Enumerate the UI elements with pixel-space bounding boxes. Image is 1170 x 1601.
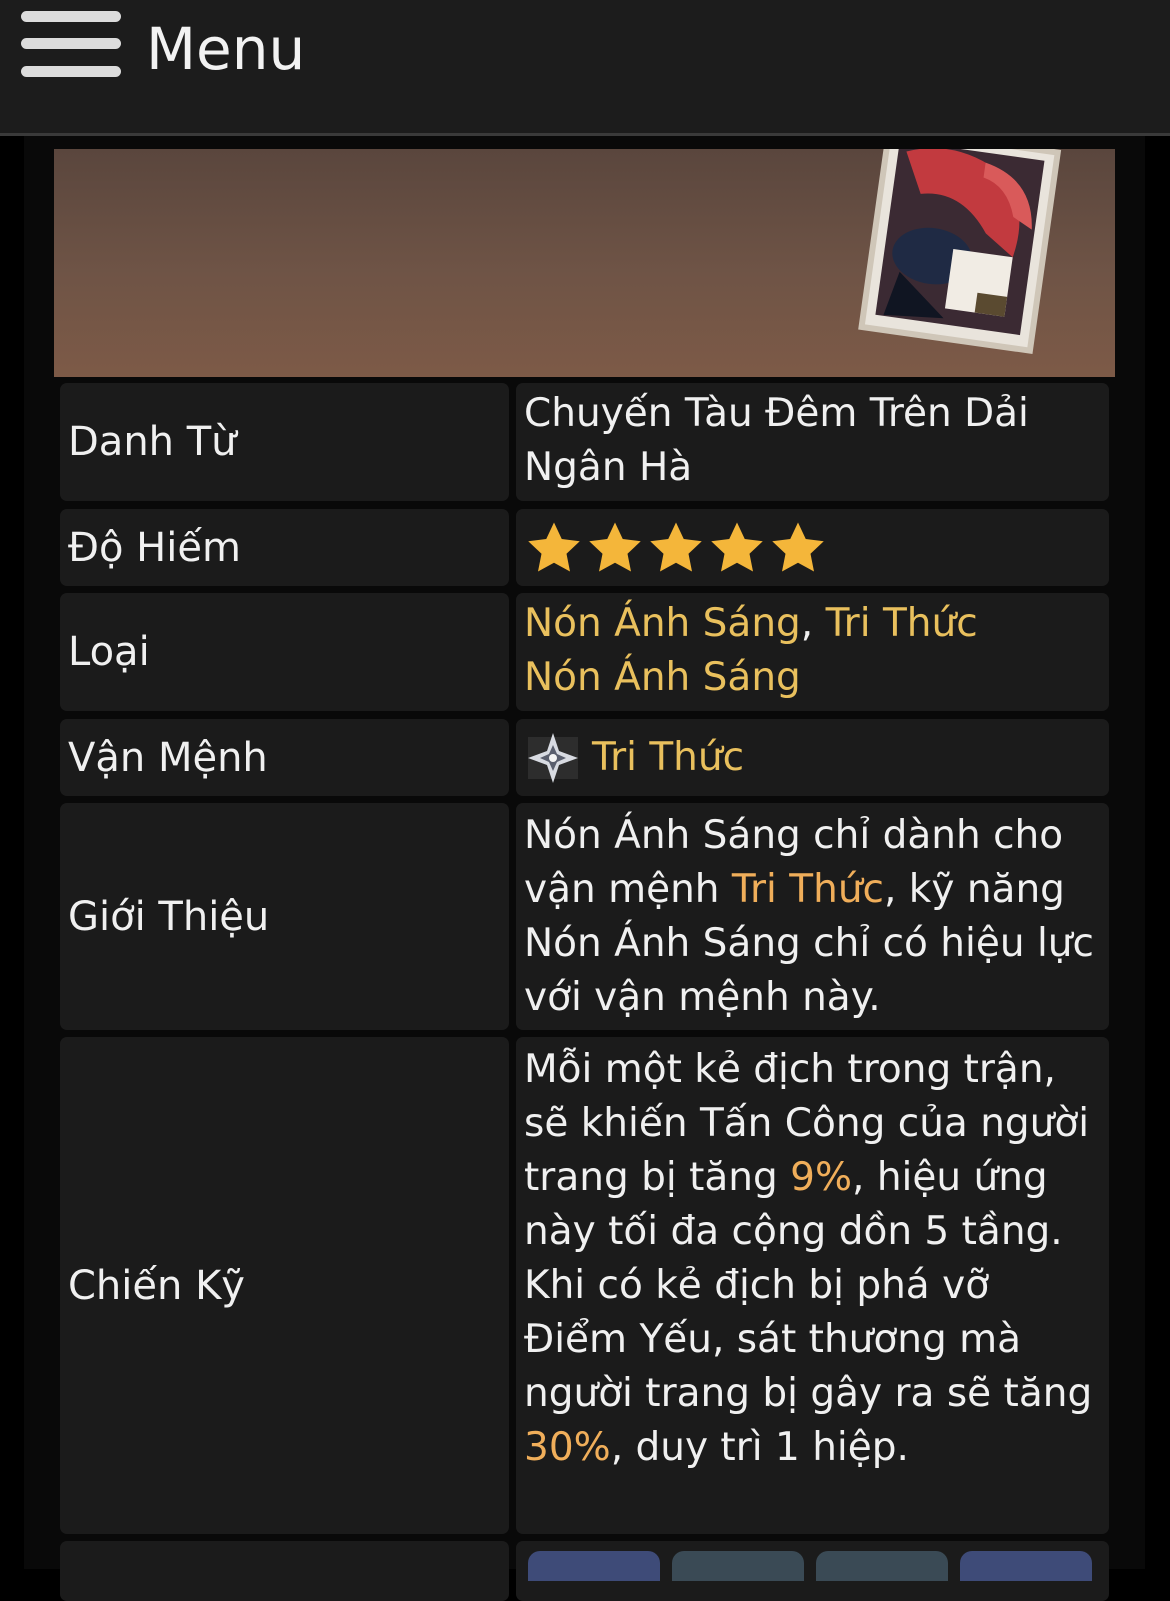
light-cone-banner bbox=[54, 149, 1115, 377]
row-rarity-label: Độ Hiếm bbox=[60, 509, 509, 586]
hamburger-menu-icon[interactable] bbox=[21, 11, 121, 77]
row-type-label: Loại bbox=[60, 593, 509, 711]
row-intro-label: Giới Thiệu bbox=[60, 803, 509, 1030]
row-rarity-value bbox=[516, 509, 1109, 586]
row-name-label: Danh Từ bbox=[60, 383, 509, 501]
row-skill-label: Chiến Kỹ bbox=[60, 1037, 509, 1534]
material-chip[interactable] bbox=[672, 1551, 804, 1581]
type-link-light-cone-2[interactable]: Nón Ánh Sáng bbox=[524, 655, 801, 700]
star-icon bbox=[650, 522, 702, 571]
row-type-value: Nón Ánh Sáng, Tri Thức Nón Ánh Sáng bbox=[516, 593, 1109, 711]
material-chip[interactable] bbox=[816, 1551, 948, 1581]
material-chip[interactable] bbox=[960, 1551, 1092, 1581]
menu-label[interactable]: Menu bbox=[146, 14, 305, 84]
row-path-label: Vận Mệnh bbox=[60, 719, 509, 796]
intro-link-erudition[interactable]: Tri Thức bbox=[732, 867, 884, 912]
star-icon bbox=[772, 522, 824, 571]
light-cone-card-image bbox=[858, 149, 1062, 354]
row-next-value bbox=[516, 1541, 1109, 1601]
row-path-value: Tri Thức bbox=[516, 719, 1109, 796]
rarity-stars bbox=[524, 509, 1101, 586]
star-icon bbox=[589, 522, 641, 571]
path-link-erudition[interactable]: Tri Thức bbox=[592, 731, 744, 785]
row-next-label bbox=[60, 1541, 509, 1601]
erudition-path-icon bbox=[528, 732, 578, 783]
star-icon bbox=[528, 522, 580, 571]
type-link-erudition[interactable]: Tri Thức bbox=[826, 601, 978, 646]
top-bar: Menu bbox=[0, 0, 1170, 136]
content-frame: Danh Từ Chuyến Tàu Đêm Trên Dải Ngân Hà … bbox=[24, 136, 1145, 1601]
star-icon bbox=[711, 522, 763, 571]
row-skill-value: Mỗi một kẻ địch trong trận, sẽ khiến Tấn… bbox=[516, 1037, 1109, 1534]
row-intro-value: Nón Ánh Sáng chỉ dành cho vận mệnh Tri T… bbox=[516, 803, 1109, 1030]
material-chip[interactable] bbox=[528, 1551, 660, 1581]
type-link-light-cone[interactable]: Nón Ánh Sáng bbox=[524, 601, 801, 646]
row-name-value: Chuyến Tàu Đêm Trên Dải Ngân Hà bbox=[516, 383, 1109, 501]
